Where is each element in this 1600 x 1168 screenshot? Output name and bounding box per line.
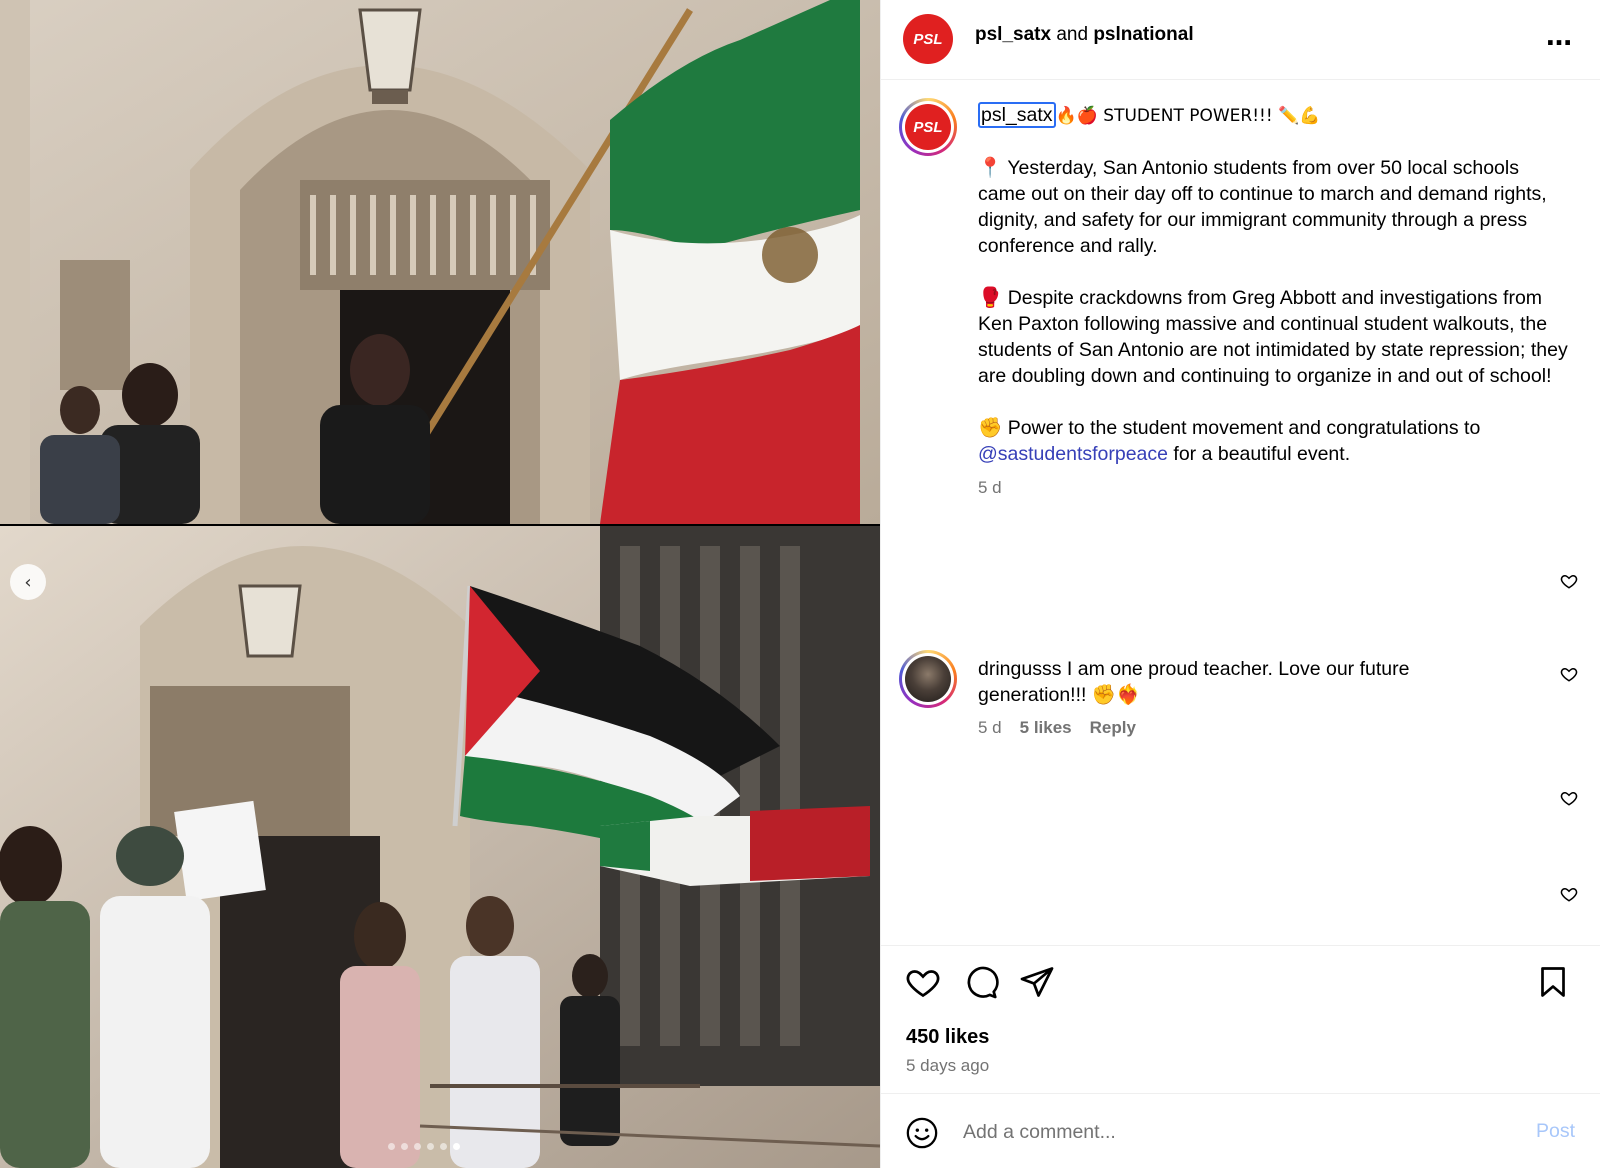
- add-comment-bar: Post: [881, 1093, 1600, 1168]
- post-header: PSL psl_satx and pslnational …: [881, 0, 1600, 80]
- photo-palestinian-flag: [0, 526, 880, 1168]
- caption-timestamp: 5 d: [978, 478, 1002, 497]
- post-media[interactable]: ‹: [0, 0, 880, 1168]
- caption-paragraph-3-lead: ✊ Power to the student movement and cong…: [978, 417, 1481, 439]
- post-details-panel: PSL psl_satx and pslnational … PSL psl_s…: [880, 0, 1600, 1168]
- comment-bubble-icon[interactable]: [963, 964, 999, 1000]
- caption-paragraph-3: ✊ Power to the student movement and cong…: [978, 415, 1568, 467]
- author-avatar[interactable]: PSL: [903, 14, 953, 64]
- caption-like-heart-icon[interactable]: [1560, 572, 1578, 590]
- emoji-smile-icon[interactable]: [905, 1116, 939, 1150]
- bookmark-icon[interactable]: [1535, 964, 1571, 1000]
- comment-meta: 5 d 5 likes Reply: [978, 718, 1136, 738]
- more-options-icon[interactable]: …: [1546, 22, 1573, 52]
- photo-mexican-flag: [0, 0, 880, 524]
- post-comment-button[interactable]: Post: [1536, 1120, 1575, 1143]
- comment-reply-button[interactable]: Reply: [1090, 718, 1136, 738]
- psl-logo-icon: PSL: [905, 104, 951, 150]
- carousel-dot: [388, 1143, 395, 1150]
- caption-avatar[interactable]: PSL: [899, 98, 957, 156]
- mention-link[interactable]: @sastudentsforpeace: [978, 443, 1168, 465]
- share-send-icon[interactable]: [1019, 964, 1055, 1000]
- commenter-avatar[interactable]: [899, 650, 957, 708]
- author-names: psl_satx and pslnational: [975, 24, 1194, 46]
- comment-time: 5 d: [978, 718, 1002, 737]
- author-link-primary[interactable]: psl_satx: [975, 24, 1051, 45]
- author-link-secondary[interactable]: pslnational: [1093, 24, 1193, 45]
- caption-paragraph-3-tail: for a beautiful event.: [1168, 443, 1351, 465]
- caption-paragraph-2: 🥊 Despite crackdowns from Greg Abbott an…: [978, 287, 1568, 387]
- carousel-dot: [440, 1143, 447, 1150]
- carousel-indicators: [388, 1143, 460, 1150]
- like-heart-icon[interactable]: [905, 964, 941, 1000]
- comment-likes-link[interactable]: 5 likes: [1020, 718, 1072, 738]
- caption-username[interactable]: psl_satx: [978, 102, 1056, 128]
- commenter-username[interactable]: dringusss: [978, 658, 1061, 680]
- likes-count[interactable]: 450 likes: [906, 1026, 989, 1049]
- carousel-dot: [427, 1143, 434, 1150]
- caption-headline: 🔥🍎 STUDENT POWER!!! ✏️💪: [1055, 106, 1321, 126]
- comment-text: dringusss I am one proud teacher. Love o…: [978, 656, 1498, 708]
- caption-paragraph-1: 📍 Yesterday, San Antonio students from o…: [978, 157, 1547, 257]
- psl-logo-icon: PSL: [903, 14, 953, 64]
- carousel-prev-button[interactable]: ‹: [10, 564, 46, 600]
- post-caption: psl_satx 🔥🍎 STUDENT POWER!!! ✏️💪 📍 Yester…: [978, 102, 1568, 501]
- comment-like-heart-icon[interactable]: [1560, 885, 1578, 903]
- carousel-dot: [453, 1143, 460, 1150]
- comment-input[interactable]: [963, 1114, 1503, 1150]
- comment-like-heart-icon[interactable]: [1560, 789, 1578, 807]
- comment-like-heart-icon[interactable]: [1560, 665, 1578, 683]
- carousel-dot: [401, 1143, 408, 1150]
- chevron-left-icon: ‹: [24, 571, 32, 593]
- author-joiner: and: [1056, 24, 1089, 45]
- post-age: 5 days ago: [906, 1056, 990, 1075]
- carousel-dot: [414, 1143, 421, 1150]
